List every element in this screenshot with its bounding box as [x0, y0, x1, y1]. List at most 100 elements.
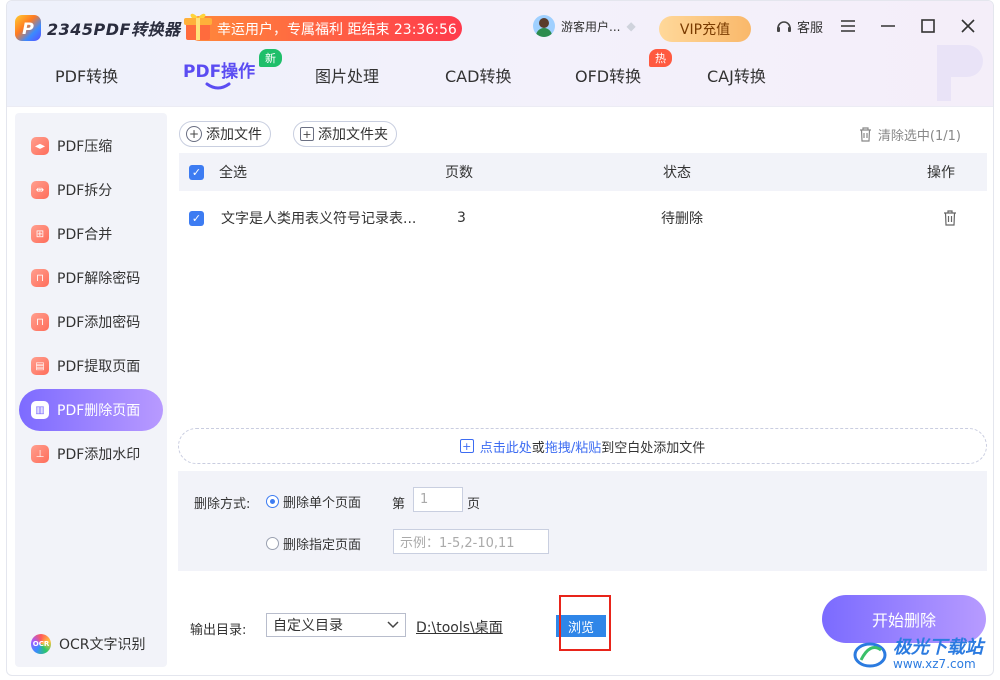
output-dir-value: 自定义目录	[273, 618, 343, 634]
tab-pdf-operate[interactable]: PDF操作	[183, 57, 255, 82]
menu-button[interactable]	[837, 15, 859, 37]
add-folder-icon: +	[300, 127, 314, 141]
avatar	[533, 15, 555, 37]
sidebar-item-unlock[interactable]: ⊓ PDF解除密码	[19, 257, 163, 299]
delete-row-button[interactable]	[943, 197, 957, 239]
promo-banner[interactable]: 幸运用户，专属福利 距结束 23:36:56	[184, 13, 462, 41]
promo-text: 幸运用户，专属福利 距结束 23:36:56	[217, 21, 457, 38]
add-file-label: 添加文件	[206, 127, 262, 143]
app-window: P 2345PDF转换器 幸运用户，专属福利 距结束 23:36:56 游客用户…	[6, 0, 994, 676]
diamond-icon: ◆	[626, 19, 636, 33]
radio-range-pages[interactable]: 删除指定页面	[266, 534, 361, 553]
site-url: www.xz7.com	[893, 656, 976, 671]
minimize-button[interactable]	[877, 15, 899, 37]
vip-recharge-button[interactable]: VIP充值	[659, 16, 751, 42]
gift-icon	[184, 13, 212, 40]
output-path-link[interactable]: D:\tools\桌面	[416, 617, 503, 637]
customer-service-button[interactable]: 客服	[775, 17, 823, 36]
site-name: 极光下载站	[893, 637, 983, 659]
lock-icon: ⊓	[31, 313, 49, 331]
tab-image-process[interactable]: 图片处理	[315, 63, 379, 87]
sidebar-item-compress[interactable]: ◂▸ PDF压缩	[19, 125, 163, 167]
delete-options-panel: 删除方式: 删除单个页面 第 1 页 删除指定页面 示例：1-5,2-10,11	[178, 471, 987, 571]
tab-cad-convert[interactable]: CAD转换	[445, 63, 511, 87]
maximize-button[interactable]	[917, 15, 939, 37]
select-all-checkbox[interactable]: ✓	[189, 153, 204, 191]
unlock-icon: ⊓	[31, 269, 49, 287]
page-number-input[interactable]: 1	[413, 487, 463, 512]
site-watermark: 极光下载站 www.xz7.com	[853, 638, 983, 671]
page-range-input[interactable]: 示例：1-5,2-10,11	[393, 529, 549, 554]
new-badge: 新	[259, 49, 282, 67]
output-dir-select[interactable]: 自定义目录	[266, 613, 406, 637]
file-pages: 3	[457, 210, 466, 226]
close-button[interactable]	[957, 15, 979, 37]
trash-icon	[944, 210, 956, 226]
sidebar-item-lock[interactable]: ⊓ PDF添加密码	[19, 301, 163, 343]
sidebar-item-ocr[interactable]: OCR OCR文字识别	[19, 623, 163, 665]
drop-zone[interactable]: + 点击此处 或 拖拽/粘贴 到空白处添加文件	[178, 428, 987, 464]
delete-mode-label: 删除方式:	[194, 497, 251, 512]
service-label: 客服	[797, 21, 824, 36]
table-row: ✓ 文字是人类用表义符号记录表... 3 待删除	[179, 197, 987, 239]
sidebar-item-label: PDF压缩	[57, 139, 113, 155]
file-name: 文字是人类用表义符号记录表...	[221, 211, 417, 227]
checkbox-checked-icon: ✓	[189, 210, 204, 226]
sidebar-item-watermark[interactable]: ⊥ PDF添加水印	[19, 433, 163, 475]
add-file-icon: +	[459, 439, 474, 453]
sidebar-item-label: PDF添加密码	[57, 315, 141, 331]
hot-badge: 热	[649, 49, 672, 67]
dropzone-rest: 到空白处添加文件	[601, 440, 706, 456]
maximize-icon	[921, 19, 935, 33]
column-action: 操作	[927, 165, 955, 181]
clear-selected-label: 清除选中(1/1)	[877, 129, 961, 144]
tab-caj-convert[interactable]: CAJ转换	[707, 63, 766, 87]
user-account[interactable]: 游客用户... ◆	[533, 15, 636, 37]
sidebar-item-label: PDF解除密码	[57, 271, 141, 287]
start-delete-button[interactable]: 开始删除	[822, 595, 986, 643]
top-bar: P 2345PDF转换器 幸运用户，专属福利 距结束 23:36:56 游客用户…	[7, 1, 993, 107]
table-header: ✓ 全选 页数 状态 操作	[179, 153, 987, 191]
ocr-icon: OCR	[31, 634, 51, 654]
page-prefix: 第	[392, 497, 406, 512]
output-dir-label: 输出目录:	[190, 623, 247, 638]
split-icon: ⇹	[31, 181, 49, 199]
app-name: 2345PDF转换器	[47, 20, 181, 39]
radio-single-label: 删除单个页面	[283, 496, 362, 511]
add-file-button[interactable]: + 添加文件	[179, 121, 271, 147]
checkbox-checked-icon: ✓	[189, 164, 204, 180]
browse-button[interactable]: 浏览	[556, 615, 606, 637]
clear-selected-button[interactable]: 清除选中(1/1)	[859, 125, 961, 144]
close-icon	[961, 19, 975, 33]
sidebar-item-delete-pages[interactable]: ▥ PDF删除页面	[19, 389, 163, 431]
sidebar-item-label: PDF添加水印	[57, 447, 141, 463]
sidebar-item-label: PDF合并	[57, 227, 113, 243]
sidebar-item-merge[interactable]: ⊞ PDF合并	[19, 213, 163, 255]
chevron-down-icon	[387, 621, 399, 629]
sidebar-item-label: PDF删除页面	[57, 403, 141, 419]
headset-icon	[777, 20, 791, 32]
tab-pdf-convert[interactable]: PDF转换	[55, 63, 118, 87]
click-here-link[interactable]: 点击此处	[480, 437, 532, 456]
trash-icon	[859, 127, 871, 142]
tab-ofd-convert[interactable]: OFD转换	[575, 63, 641, 87]
sidebar-item-label: OCR文字识别	[59, 637, 146, 653]
page-suffix: 页	[467, 497, 481, 512]
add-circle-icon: +	[186, 126, 202, 142]
sidebar-item-split[interactable]: ⇹ PDF拆分	[19, 169, 163, 211]
dropzone-or: 或	[531, 440, 545, 456]
extract-icon: ▤	[31, 357, 49, 375]
minimize-icon	[881, 25, 895, 27]
site-logo-icon	[853, 642, 887, 667]
app-logo-icon: P	[15, 15, 41, 41]
drag-paste-link: 拖拽/粘贴	[544, 440, 602, 456]
column-pages: 页数	[445, 165, 473, 181]
main-panel: + 添加文件 + 添加文件夹 清除选中(1/1) ✓ 全选 页数 状态 操作 ✓…	[173, 113, 989, 673]
sidebar-item-extract[interactable]: ▤ PDF提取页面	[19, 345, 163, 387]
add-folder-button[interactable]: + 添加文件夹	[293, 121, 397, 147]
radio-single-page[interactable]: 删除单个页面	[266, 492, 361, 511]
sidebar: ◂▸ PDF压缩 ⇹ PDF拆分 ⊞ PDF合并 ⊓ PDF解除密码 ⊓ PDF…	[15, 113, 167, 667]
stamp-icon: ⊥	[31, 445, 49, 463]
row-checkbox[interactable]: ✓	[189, 197, 204, 239]
radio-off-icon	[266, 537, 279, 550]
